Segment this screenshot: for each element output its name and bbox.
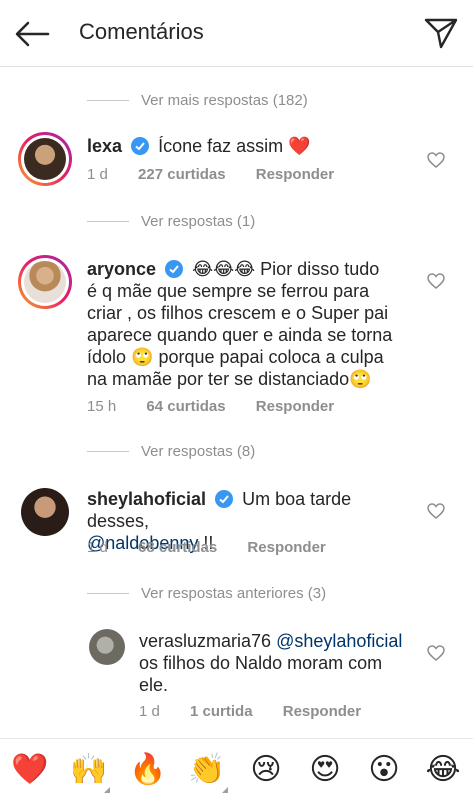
avatar[interactable]: [21, 488, 69, 536]
view-more-replies[interactable]: Ver mais respostas (182): [87, 90, 308, 110]
raised-hands-emoji: 🙌: [70, 753, 108, 786]
surprised-emoji-button[interactable]: 😮: [365, 751, 403, 789]
avatar-story-ring[interactable]: [18, 132, 72, 186]
page-title: Comentários: [79, 19, 204, 44]
laughing-emoji-button[interactable]: 😂: [424, 751, 462, 789]
comment-aryonce: aryonce 😂😂😂 Pior disso tudo é q mãe que …: [0, 253, 473, 423]
avatar-story-ring[interactable]: [18, 255, 72, 309]
mention-link[interactable]: @sheylahoficial: [276, 631, 402, 651]
comment-time: 15 h: [87, 398, 117, 415]
comment-time: 1 d: [87, 539, 108, 556]
username[interactable]: verasluzmaria76: [139, 631, 271, 651]
comment-text-line: na mamãe por ter se distanciado🙄: [87, 369, 372, 389]
like-count[interactable]: 1 curtida: [190, 703, 253, 720]
like-count[interactable]: 68 curtidas: [138, 539, 217, 556]
like-heart-icon[interactable]: [427, 503, 445, 519]
view-replies-label: Ver respostas (8): [141, 442, 256, 460]
back-arrow-icon[interactable]: [14, 20, 50, 48]
comment-text-line: é q mãe que sempre se ferrou para: [87, 281, 370, 301]
comment-text-line: aparece quando quer e ainda se torna: [87, 325, 393, 345]
view-previous-replies[interactable]: Ver respostas anteriores (3): [87, 583, 326, 603]
comment-body: lexa Ícone faz assim ❤️: [87, 135, 311, 157]
verified-badge-icon: [215, 490, 234, 508]
divider-line: [87, 220, 129, 222]
like-count[interactable]: 227 curtidas: [138, 166, 226, 183]
reply-button[interactable]: Responder: [247, 539, 325, 556]
reply-button[interactable]: Responder: [256, 398, 334, 415]
verified-badge-icon: [131, 137, 150, 155]
comment-meta: 1 d 68 curtidas Responder: [87, 539, 352, 556]
fire-emoji-button[interactable]: 🔥: [129, 751, 167, 789]
comment-text-line: criar , os filhos crescem e o Super pai: [87, 303, 389, 323]
username[interactable]: sheylahoficial: [87, 489, 206, 509]
comment-meta: 1 d 1 curtida Responder: [139, 703, 387, 720]
avatar[interactable]: [89, 629, 125, 665]
like-count[interactable]: 64 curtidas: [146, 398, 225, 415]
comment-time: 1 d: [87, 166, 108, 183]
like-heart-icon[interactable]: [427, 273, 445, 289]
divider-line: [87, 450, 129, 452]
top-bar: Comentários: [0, 0, 473, 67]
reply-button[interactable]: Responder: [256, 166, 334, 183]
heart-emoji-button[interactable]: ❤️: [11, 751, 49, 789]
view-replies[interactable]: Ver respostas (1): [87, 211, 255, 231]
clap-emoji-button[interactable]: 👏: [188, 751, 228, 793]
direct-send-icon[interactable]: [424, 17, 458, 49]
avatar: [24, 261, 66, 303]
username[interactable]: lexa: [87, 136, 122, 156]
raised-hands-emoji-button[interactable]: 🙌: [70, 751, 110, 793]
reply-verasluzmaria76: verasluzmaria76 @sheylahoficial os filho…: [0, 625, 473, 725]
comment-text-line: ele.: [139, 675, 169, 695]
comment-sheylahoficial: sheylahoficial Um boa tarde desses, @nal…: [0, 483, 473, 563]
comment-lexa: lexa Ícone faz assim ❤️ 1 d 227 curtidas…: [0, 130, 473, 190]
crying-emoji-button[interactable]: 😢: [247, 751, 285, 789]
comment-meta: 15 h 64 curtidas Responder: [87, 398, 360, 415]
comment-text-line: os filhos do Naldo moram com: [139, 653, 383, 673]
like-heart-icon[interactable]: [427, 645, 445, 661]
divider-line: [87, 99, 129, 101]
comment-body: aryonce 😂😂😂 Pior disso tudo é q mãe que …: [87, 258, 417, 390]
heart-eyes-emoji-button[interactable]: 😍: [306, 751, 344, 789]
divider-line: [87, 592, 129, 594]
username[interactable]: aryonce: [87, 259, 156, 279]
view-replies-label: Ver respostas (1): [141, 212, 256, 230]
comment-text-line: 😂😂😂 Pior disso tudo: [192, 259, 380, 279]
like-heart-icon[interactable]: [427, 152, 445, 168]
view-previous-label: Ver respostas anteriores (3): [141, 584, 327, 602]
comment-text-line: ídolo 🙄 porque papai coloca a culpa: [87, 347, 384, 367]
comment-meta: 1 d 227 curtidas Responder: [87, 166, 360, 183]
avatar: [24, 138, 66, 180]
view-replies[interactable]: Ver respostas (8): [87, 441, 255, 461]
view-more-label: Ver mais respostas (182): [141, 91, 308, 109]
comment-text: Ícone faz assim ❤️: [158, 136, 311, 156]
emoji-quick-bar: ❤️ 🙌 🔥 👏 😢 😍 😮 😂: [0, 738, 473, 801]
verified-badge-icon: [165, 260, 184, 278]
comment-body: verasluzmaria76 @sheylahoficial os filho…: [139, 630, 419, 696]
comment-time: 1 d: [139, 703, 160, 720]
reply-button[interactable]: Responder: [283, 703, 361, 720]
clap-emoji: 👏: [188, 753, 226, 786]
